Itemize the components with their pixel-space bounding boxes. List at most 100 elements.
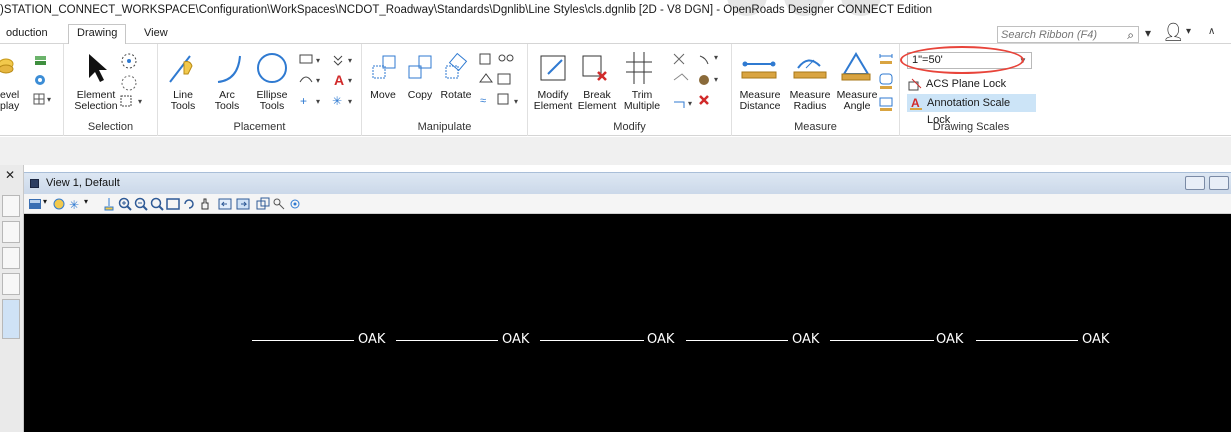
window-area-icon[interactable]: [150, 197, 164, 211]
ellipse-tools-button[interactable]: Ellipse Tools: [254, 90, 290, 112]
group-label-selection: Selection: [87, 121, 134, 133]
arc-tools-button[interactable]: Arc Tools: [212, 90, 242, 112]
chevron-down-icon[interactable]: ▼: [1019, 56, 1029, 66]
drawing-scale-select[interactable]: 1"=50' ▼: [907, 52, 1032, 69]
line-tools-button[interactable]: Line Tools: [168, 90, 198, 112]
line-label: OAK: [1082, 332, 1110, 347]
line-tools-icon[interactable]: [166, 52, 200, 86]
view-previous-icon[interactable]: [218, 197, 232, 211]
svg-text:▾: ▾: [47, 95, 51, 104]
level-manager-icon[interactable]: [33, 53, 49, 69]
collapse-ribbon-icon[interactable]: ∧: [1208, 26, 1215, 37]
annotation-scale-lock-icon: A: [910, 96, 922, 110]
level-filter-icon[interactable]: [33, 73, 49, 87]
level-display-icon[interactable]: [0, 54, 20, 74]
break-element-button[interactable]: Break Element: [576, 90, 618, 112]
level-display-grid-icon[interactable]: ▾: [33, 92, 55, 106]
line-segment: [396, 340, 498, 341]
modify-element-button[interactable]: Modify Element: [532, 90, 574, 112]
rotate-icon[interactable]: [442, 52, 472, 86]
search-icon[interactable]: ⌕: [1127, 28, 1134, 43]
dock-tab-active[interactable]: [2, 299, 20, 339]
ellipse-tools-icon[interactable]: [254, 50, 290, 86]
select-circle-icon[interactable]: [120, 52, 138, 70]
line-segment: [686, 340, 788, 341]
left-dock-strip: ✕: [0, 165, 24, 432]
svg-text:▾: ▾: [316, 76, 320, 85]
level-display-button[interactable]: evel play: [0, 90, 22, 112]
copy-view-icon[interactable]: [256, 197, 270, 211]
svg-text:▾: ▾: [138, 97, 142, 106]
camera-view-icon[interactable]: [288, 197, 302, 211]
zoom-out-icon[interactable]: [134, 197, 148, 211]
svg-text:A: A: [334, 72, 344, 88]
update-view-icon[interactable]: [102, 197, 116, 211]
measure-small-tools-icon[interactable]: [878, 52, 896, 118]
dock-tab[interactable]: [2, 247, 20, 269]
line-segment: [830, 340, 934, 341]
pan-view-icon[interactable]: [198, 197, 212, 211]
zoom-in-icon[interactable]: [118, 197, 132, 211]
user-icon[interactable]: 👤︎: [1162, 22, 1185, 43]
element-selection-icon[interactable]: [84, 52, 110, 84]
element-selection-button[interactable]: Element Selection: [66, 90, 126, 112]
view-canvas[interactable]: OAK OAK OAK OAK OAK OAK: [24, 214, 1231, 432]
drawing-scale-value: 1"=50': [912, 54, 943, 66]
view-toolbar: ▾ ✳ ▾: [24, 194, 1231, 214]
svg-text:✳: ✳: [69, 198, 79, 211]
view-next-icon[interactable]: [236, 197, 250, 211]
placement-small-tools-icon[interactable]: ▾ ▾ ▾ A ▾ + ▾ ✳ ▾: [298, 52, 358, 112]
search-ribbon-input[interactable]: [998, 27, 1116, 42]
acs-plane-lock-label: ACS Plane Lock: [926, 78, 1007, 90]
break-element-icon[interactable]: [580, 52, 612, 86]
trim-multiple-icon[interactable]: [624, 50, 656, 86]
trim-multiple-button[interactable]: Trim Multiple: [620, 90, 664, 112]
user-dropdown-icon[interactable]: ▾: [1186, 26, 1191, 37]
arc-tools-icon[interactable]: [214, 52, 244, 86]
modify-element-icon[interactable]: [538, 52, 570, 86]
view-window-titlebar[interactable]: View 1, Default: [24, 172, 1231, 194]
line-segment: [540, 340, 644, 341]
measure-distance-button[interactable]: Measure Distance: [736, 90, 784, 112]
manipulate-small-tools-icon[interactable]: ≈ ▾: [478, 52, 524, 112]
acs-plane-lock-toggle[interactable]: ACS Plane Lock: [907, 76, 1032, 94]
dock-tab[interactable]: [2, 273, 20, 295]
rotate-view-icon[interactable]: [182, 197, 196, 211]
minimize-icon[interactable]: [1185, 176, 1205, 190]
tab-drawing[interactable]: Drawing: [68, 24, 127, 45]
search-dropdown-icon[interactable]: ▾: [1145, 26, 1151, 40]
tab-view[interactable]: View: [136, 25, 176, 44]
line-segment: [976, 340, 1078, 341]
search-ribbon[interactable]: ⌕: [997, 26, 1139, 43]
dock-tab[interactable]: [2, 195, 20, 217]
fit-view-icon[interactable]: [166, 197, 180, 211]
measure-radius-icon[interactable]: [790, 52, 830, 84]
annotation-scale-lock-toggle[interactable]: A Annotation Scale Lock: [907, 94, 1036, 126]
display-style-icon[interactable]: [52, 197, 66, 211]
measure-angle-icon[interactable]: [840, 50, 872, 84]
copy-button[interactable]: Copy: [404, 90, 436, 101]
lighting-icon[interactable]: ✳: [68, 197, 82, 211]
chevron-down-icon[interactable]: ▾: [84, 197, 98, 211]
measure-distance-icon[interactable]: [740, 54, 780, 84]
measure-angle-button[interactable]: Measure Angle: [834, 90, 880, 112]
measure-radius-button[interactable]: Measure Radius: [786, 90, 834, 112]
svg-text:▾: ▾: [348, 97, 352, 106]
ribbon-bottom-band: [0, 137, 1231, 165]
svg-text:▾: ▾: [316, 56, 320, 65]
group-label-placement: Placement: [233, 121, 286, 133]
ribbon: ▾ evel play ▾ Element Selection Selectio…: [0, 44, 1231, 136]
rotate-button[interactable]: Rotate: [438, 90, 474, 101]
move-button[interactable]: Move: [366, 90, 400, 101]
line-label: OAK: [358, 332, 386, 347]
view-attributes-icon[interactable]: [28, 197, 42, 211]
modify-small-tools-icon[interactable]: ▾ ▾ ▾: [670, 50, 728, 114]
move-icon[interactable]: [370, 52, 400, 86]
dock-tab[interactable]: [2, 221, 20, 243]
group-label-drawing-scales: Drawing Scales: [932, 121, 1010, 133]
close-icon[interactable]: ✕: [5, 168, 15, 182]
tab-production[interactable]: oduction: [0, 25, 56, 44]
maximize-icon[interactable]: [1209, 176, 1229, 190]
copy-icon[interactable]: [406, 52, 436, 86]
clip-volume-icon[interactable]: [272, 197, 286, 211]
